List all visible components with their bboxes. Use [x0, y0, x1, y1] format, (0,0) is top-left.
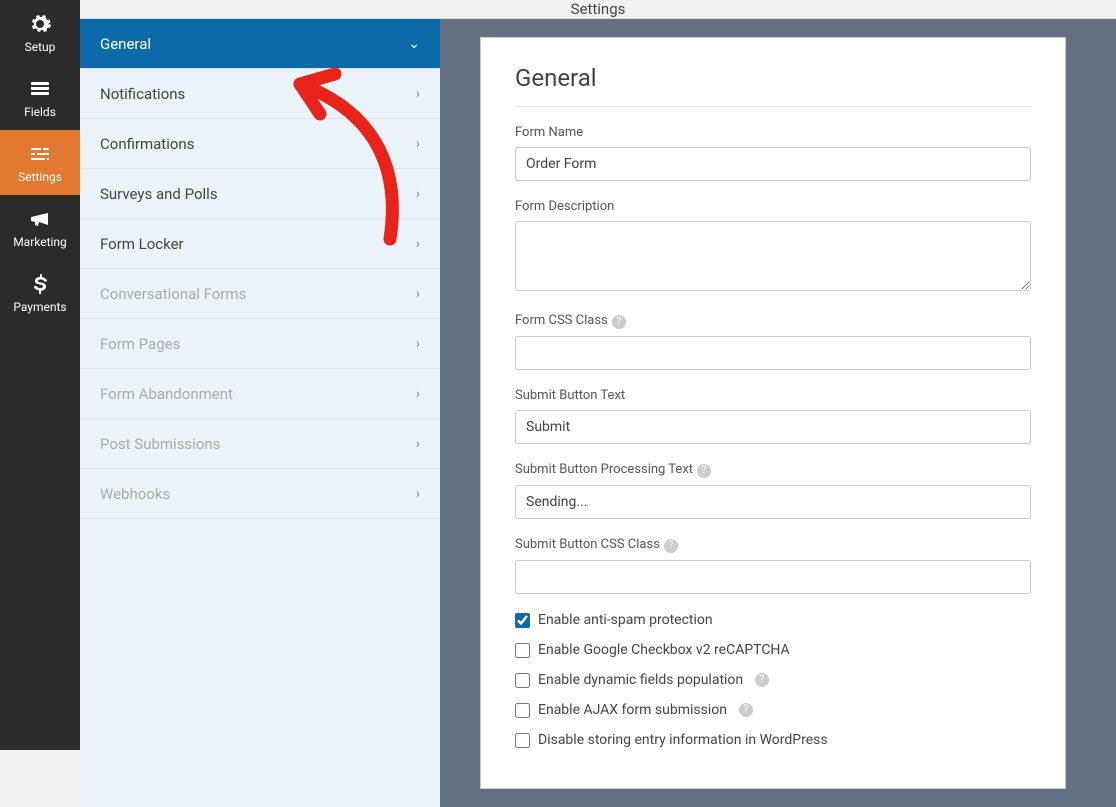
input-submit-text[interactable] — [515, 410, 1031, 444]
settings-subnav: General ⌄ Notifications › Confirmations › S… — [80, 19, 440, 807]
field-form-css-class: Form CSS Class? — [515, 313, 1031, 370]
panel-wrap: General Form Name Form Description Form … — [440, 19, 1116, 807]
chk-dynamic[interactable] — [515, 673, 530, 688]
subnav-label: Conversational Forms — [100, 285, 246, 303]
subnav-item-surveys[interactable]: Surveys and Polls › — [80, 169, 440, 219]
chk-ajax[interactable] — [515, 703, 530, 718]
rail-label: Setup — [25, 40, 56, 54]
subnav-item-webhooks[interactable]: Webhooks › — [80, 469, 440, 519]
rail-label: Settings — [18, 170, 62, 184]
subnav-item-confirmations[interactable]: Confirmations › — [80, 119, 440, 169]
label-form-css-class: Form CSS Class? — [515, 313, 1031, 329]
general-panel: General Form Name Form Description Form … — [480, 37, 1066, 789]
subnav-label: General — [100, 35, 151, 53]
help-icon[interactable]: ? — [612, 315, 626, 329]
page-title: Settings — [571, 0, 626, 18]
chevron-right-icon: › — [416, 386, 420, 402]
field-submit-processing: Submit Button Processing Text? — [515, 462, 1031, 519]
chevron-right-icon: › — [416, 236, 420, 252]
field-form-description: Form Description — [515, 199, 1031, 295]
checkbox-dynamic-fields: Enable dynamic fields population? — [515, 672, 1031, 688]
subnav-label: Post Submissions — [100, 435, 220, 453]
label-form-name: Form Name — [515, 125, 1031, 140]
chk-label: Enable AJAX form submission — [538, 702, 727, 718]
textarea-form-description[interactable] — [515, 221, 1031, 291]
subnav-label: Surveys and Polls — [100, 185, 218, 203]
label-form-description: Form Description — [515, 199, 1031, 214]
main-area: Settings General ⌄ Notifications › Confirm… — [80, 0, 1116, 750]
topbar: Settings — [80, 0, 1116, 19]
help-icon[interactable]: ? — [755, 673, 769, 687]
rail-label: Fields — [24, 105, 56, 119]
chk-label: Disable storing entry information in Wor… — [538, 732, 828, 748]
subnav-label: Confirmations — [100, 135, 194, 153]
input-form-css-class[interactable] — [515, 336, 1031, 370]
subnav-item-general[interactable]: General ⌄ — [80, 19, 440, 69]
input-form-name[interactable] — [515, 147, 1031, 181]
subnav-label: Form Pages — [100, 335, 180, 353]
chk-antispam[interactable] — [515, 613, 530, 628]
subnav-label: Webhooks — [100, 485, 170, 503]
chevron-right-icon: › — [416, 186, 420, 202]
bullhorn-icon — [28, 207, 52, 231]
subnav-label: Form Abandonment — [100, 385, 233, 403]
panel-heading: General — [515, 64, 1031, 107]
input-submit-processing[interactable] — [515, 485, 1031, 519]
label-submit-css-class: Submit Button CSS Class? — [515, 537, 1031, 553]
label-submit-text: Submit Button Text — [515, 388, 1031, 403]
subnav-label: Notifications — [100, 85, 185, 103]
content: General ⌄ Notifications › Confirmations › S… — [80, 19, 1116, 807]
label-submit-processing: Submit Button Processing Text? — [515, 462, 1031, 478]
sliders-icon — [28, 142, 52, 166]
chk-recaptcha[interactable] — [515, 643, 530, 658]
chevron-right-icon: › — [416, 86, 420, 102]
checkbox-antispam: Enable anti-spam protection — [515, 612, 1031, 628]
chevron-right-icon: › — [416, 436, 420, 452]
chevron-right-icon: › — [416, 286, 420, 302]
input-submit-css-class[interactable] — [515, 560, 1031, 594]
checkbox-disable-storing: Disable storing entry information in Wor… — [515, 732, 1031, 748]
checkbox-ajax: Enable AJAX form submission? — [515, 702, 1031, 718]
field-submit-css-class: Submit Button CSS Class? — [515, 537, 1031, 594]
chevron-down-icon: ⌄ — [408, 36, 420, 52]
dollar-icon — [28, 272, 52, 296]
chevron-right-icon: › — [416, 336, 420, 352]
help-icon[interactable]: ? — [739, 703, 753, 717]
field-form-name: Form Name — [515, 125, 1031, 181]
checkbox-recaptcha: Enable Google Checkbox v2 reCAPTCHA — [515, 642, 1031, 658]
subnav-item-post-submissions[interactable]: Post Submissions › — [80, 419, 440, 469]
chk-disable-storing[interactable] — [515, 733, 530, 748]
subnav-label: Form Locker — [100, 235, 184, 253]
left-rail: Setup Fields Settings Marketing Payments — [0, 0, 80, 750]
rail-item-settings[interactable]: Settings — [0, 130, 80, 195]
subnav-item-form-pages[interactable]: Form Pages › — [80, 319, 440, 369]
chk-label: Enable anti-spam protection — [538, 612, 713, 628]
rail-item-setup[interactable]: Setup — [0, 0, 80, 65]
field-submit-text: Submit Button Text — [515, 388, 1031, 444]
rail-label: Payments — [13, 300, 66, 314]
list-icon — [28, 77, 52, 101]
help-icon[interactable]: ? — [664, 539, 678, 553]
chevron-right-icon: › — [416, 136, 420, 152]
chk-label: Enable dynamic fields population — [538, 672, 743, 688]
help-icon[interactable]: ? — [697, 464, 711, 478]
subnav-item-conversational[interactable]: Conversational Forms › — [80, 269, 440, 319]
chevron-right-icon: › — [416, 486, 420, 502]
rail-item-fields[interactable]: Fields — [0, 65, 80, 130]
subnav-item-form-locker[interactable]: Form Locker › — [80, 219, 440, 269]
chk-label: Enable Google Checkbox v2 reCAPTCHA — [538, 642, 790, 658]
rail-item-marketing[interactable]: Marketing — [0, 195, 80, 260]
gear-icon — [28, 12, 52, 36]
rail-label: Marketing — [13, 235, 67, 249]
rail-item-payments[interactable]: Payments — [0, 260, 80, 325]
subnav-item-abandonment[interactable]: Form Abandonment › — [80, 369, 440, 419]
subnav-item-notifications[interactable]: Notifications › — [80, 69, 440, 119]
